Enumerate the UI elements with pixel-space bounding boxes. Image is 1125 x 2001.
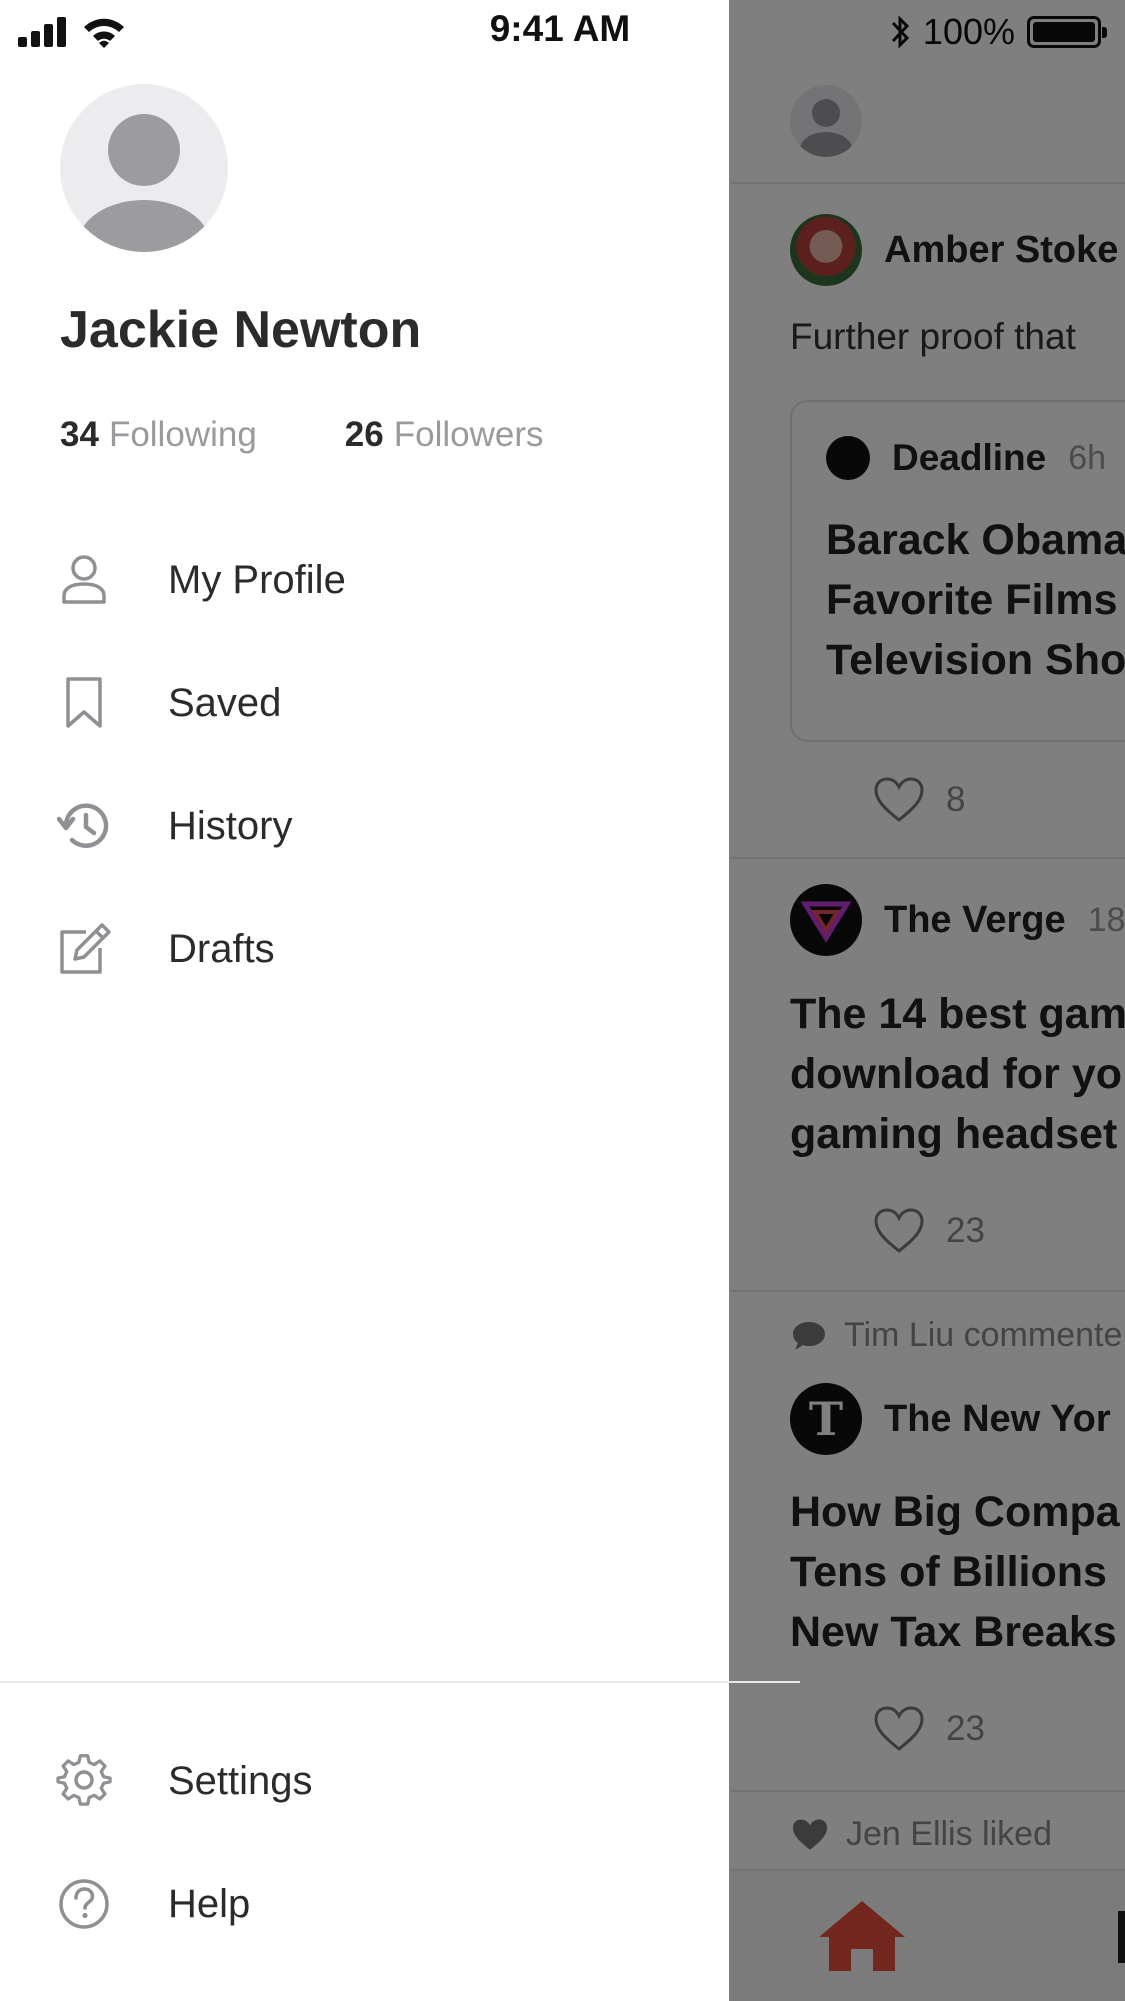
cellular-signal-icon	[18, 17, 66, 47]
followers-count: 26	[344, 415, 384, 454]
menu-item-settings[interactable]: Settings	[0, 1726, 729, 1836]
menu-item-drafts[interactable]: Drafts	[0, 894, 729, 1004]
edit-icon	[54, 919, 114, 979]
followers-stat[interactable]: 26 Followers	[345, 415, 544, 455]
drawer-divider	[0, 1681, 800, 1683]
following-count: 34	[60, 415, 99, 454]
follow-stats: 34 Following 26 Followers	[60, 415, 544, 455]
bookmark-icon	[54, 673, 114, 733]
person-icon	[54, 550, 114, 610]
menu-item-label: Drafts	[168, 926, 275, 971]
menu-item-history[interactable]: History	[0, 771, 729, 881]
help-icon	[54, 1874, 114, 1934]
menu-item-help[interactable]: Help	[0, 1849, 729, 1959]
menu-item-my-profile[interactable]: My Profile	[0, 525, 729, 635]
following-label: Following	[108, 415, 257, 454]
wifi-icon	[84, 18, 124, 48]
status-bar-left	[18, 12, 126, 52]
menu-item-label: Settings	[168, 1758, 313, 1803]
navigation-drawer: 9:41 AM Jackie Newton 34 Following 26 Fo…	[0, 0, 800, 2001]
menu-item-label: Help	[168, 1881, 251, 1926]
profile-name: Jackie Newton	[60, 301, 422, 359]
status-time: 9:41 AM	[489, 8, 631, 49]
menu-item-label: History	[168, 803, 293, 848]
menu-item-saved[interactable]: Saved	[0, 648, 729, 758]
profile-avatar[interactable]	[60, 84, 228, 252]
menu-item-label: My Profile	[168, 557, 346, 602]
gear-icon	[54, 1751, 114, 1811]
history-icon	[54, 796, 114, 856]
followers-label: Followers	[393, 415, 544, 454]
menu-item-label: Saved	[168, 680, 282, 725]
following-stat[interactable]: 34 Following	[60, 415, 257, 455]
